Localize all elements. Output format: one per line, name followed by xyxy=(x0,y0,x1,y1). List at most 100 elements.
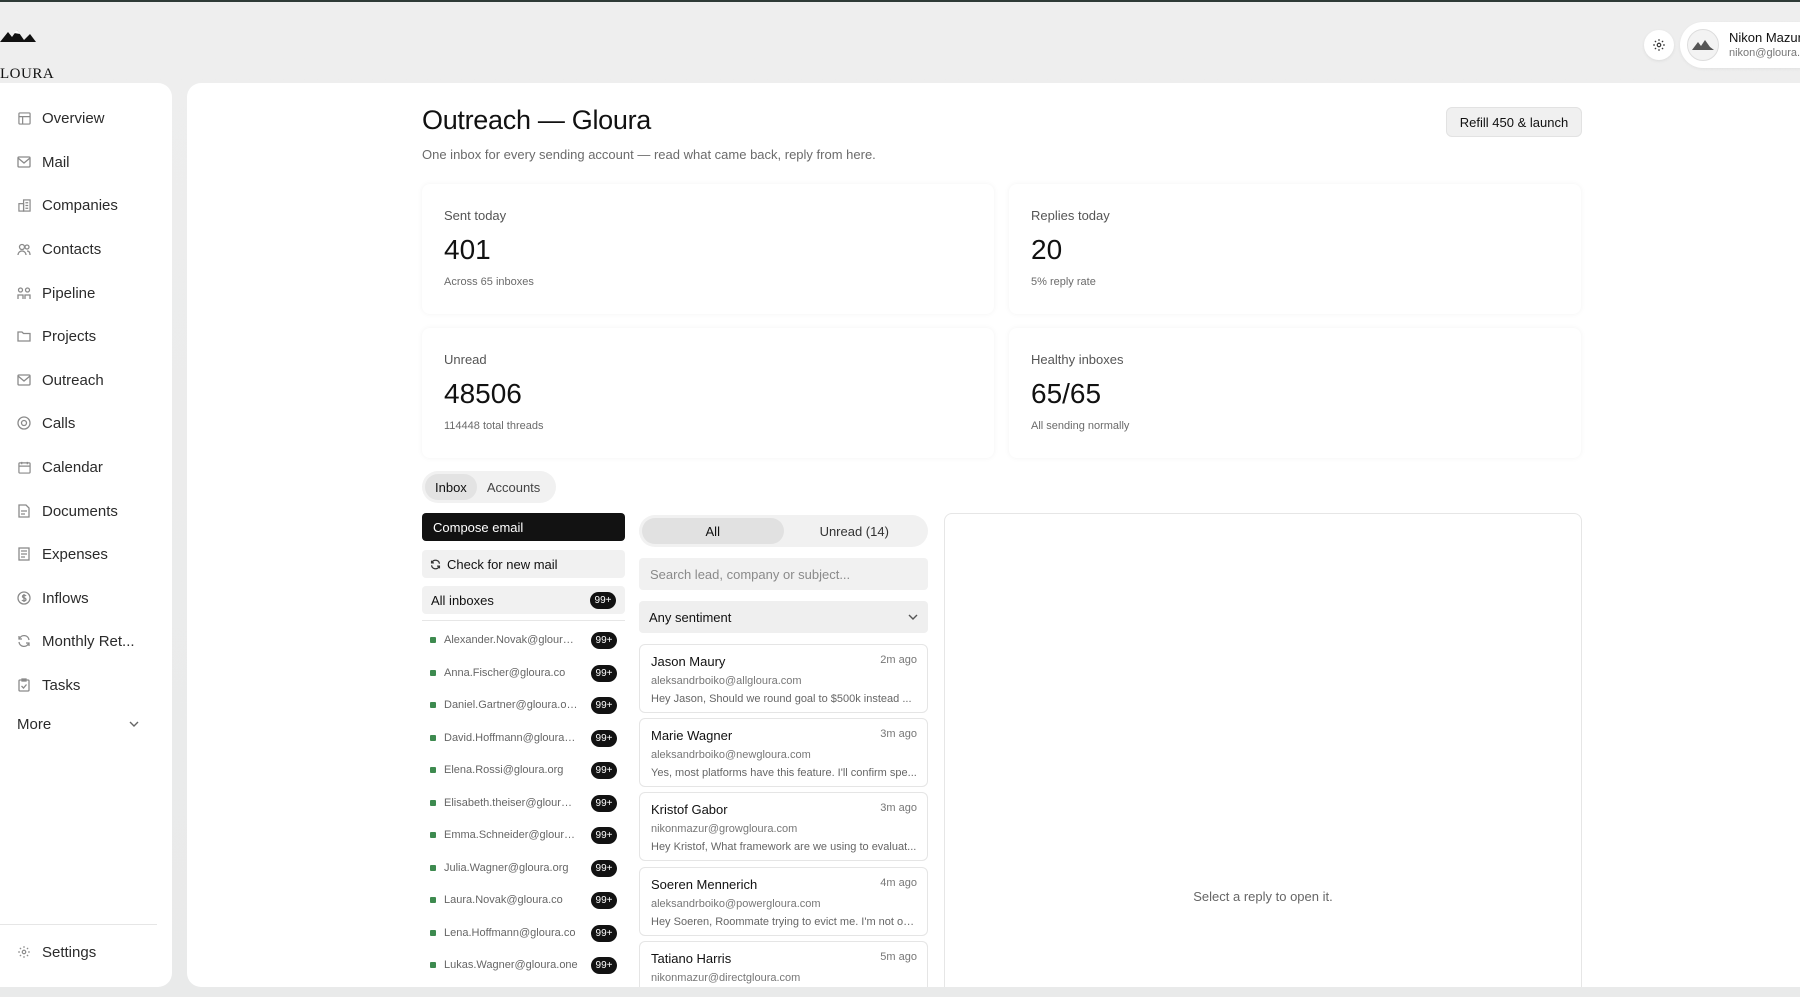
inbox-address: Julia.Wagner@gloura.org xyxy=(444,862,569,874)
inbox-account-item[interactable]: Lukas.Wagner@gloura.one 99+ xyxy=(422,952,625,978)
sidebar-item-overview[interactable]: Overview xyxy=(0,100,172,136)
thread-item[interactable]: Tatiano Harris 5m ago nikonmazur@directg… xyxy=(639,941,928,987)
search-input[interactable] xyxy=(639,558,928,590)
refill-launch-button[interactable]: Refill 450 & launch xyxy=(1446,107,1582,137)
thread-email: nikonmazur@growgloura.com xyxy=(651,823,798,835)
thread-preview: Hey Soeren, Roommate trying to evict me.… xyxy=(651,916,917,928)
stat-subtext: 5% reply rate xyxy=(1031,276,1096,288)
status-dot xyxy=(430,637,436,643)
inbox-account-item[interactable]: Lena.Hoffmann@gloura.co 99+ xyxy=(422,920,625,946)
thread-email: aleksandrboiko@newgloura.com xyxy=(651,749,811,761)
inbox-account-item[interactable]: Daniel.Gartner@gloura.one 99+ xyxy=(422,692,625,718)
inbox-account-item[interactable]: Anna.Fischer@gloura.co 99+ xyxy=(422,660,625,686)
inbox-address: Elena.Rossi@gloura.org xyxy=(444,764,564,776)
inbox-account-item[interactable]: Elisabeth.theiser@gloura.... 99+ xyxy=(422,790,625,816)
sidebar-item-calls[interactable]: Calls xyxy=(0,405,172,441)
avatar-mountain-icon xyxy=(1692,40,1714,50)
user-email: nikon@gloura.io xyxy=(1729,47,1800,59)
dashboard-icon xyxy=(17,111,31,125)
sidebar-item-label: Overview xyxy=(42,109,105,127)
thread-sender: Soeren Mennerich xyxy=(651,877,758,892)
sidebar-item-label: Tasks xyxy=(42,676,81,694)
thread-item[interactable]: Soeren Mennerich 4m ago aleksandrboiko@p… xyxy=(639,867,928,936)
check-new-mail-button[interactable]: Check for new mail xyxy=(422,550,625,578)
avatar xyxy=(1687,29,1719,61)
stat-card-replies-today: Replies today 20 5% reply rate xyxy=(1009,184,1581,314)
inbox-address: David.Hoffmann@gloura.o... xyxy=(444,732,578,744)
sidebar-item-monthly-returns[interactable]: Monthly Ret... xyxy=(0,623,172,659)
filter-unread[interactable]: Unread (14) xyxy=(784,518,926,544)
user-menu[interactable]: Nikon Mazur nikon@gloura.io xyxy=(1680,22,1800,68)
sidebar-item-settings[interactable]: Settings xyxy=(0,934,172,970)
unread-count-badge: 99+ xyxy=(591,891,617,909)
sidebar-item-label: Calendar xyxy=(42,458,103,476)
stat-label: Sent today xyxy=(444,208,507,223)
brand-logo[interactable]: LOURA xyxy=(0,28,54,82)
inbox-address: Laura.Novak@gloura.co xyxy=(444,894,563,906)
reading-pane: Select a reply to open it. xyxy=(944,513,1582,987)
unread-count-badge: 99+ xyxy=(591,696,617,714)
stat-subtext: All sending normally xyxy=(1031,420,1130,432)
filter-all[interactable]: All xyxy=(642,518,784,544)
status-dot xyxy=(430,865,436,871)
sidebar-item-inflows[interactable]: Inflows xyxy=(0,580,172,616)
status-dot xyxy=(430,735,436,741)
compose-email-button[interactable]: Compose email xyxy=(422,513,625,541)
sidebar-item-label: Pipeline xyxy=(42,284,96,302)
inbox-account-item[interactable]: Alexander.Novak@gloura.... 99+ xyxy=(422,627,625,653)
dollar-circle-icon xyxy=(17,591,31,605)
sidebar-item-contacts[interactable]: Contacts xyxy=(0,231,172,267)
sidebar-item-documents[interactable]: Documents xyxy=(0,493,172,529)
thread-sender: Marie Wagner xyxy=(651,728,733,743)
settings-gear-button[interactable] xyxy=(1644,30,1674,60)
thread-sender: Tatiano Harris xyxy=(651,951,732,966)
sidebar-item-projects[interactable]: Projects xyxy=(0,318,172,354)
status-dot xyxy=(430,897,436,903)
stat-subtext: Across 65 inboxes xyxy=(444,276,534,288)
thread-email: nikonmazur@directgloura.com xyxy=(651,972,801,984)
inbox-account-item[interactable]: Emma.Schneider@gloura.... 99+ xyxy=(422,822,625,848)
inbox-account-item[interactable]: David.Hoffmann@gloura.o... 99+ xyxy=(422,725,625,751)
building-icon xyxy=(17,198,31,212)
chevron-down-icon xyxy=(908,614,918,620)
sidebar-item-companies[interactable]: Companies xyxy=(0,187,172,223)
pipeline-icon xyxy=(17,286,31,300)
inbox-account-item[interactable]: Laura.Novak@gloura.co 99+ xyxy=(422,887,625,913)
inbox-address: Emma.Schneider@gloura.... xyxy=(444,829,578,841)
calls-icon xyxy=(17,416,31,430)
inbox-account-item[interactable]: Elena.Rossi@gloura.org 99+ xyxy=(422,757,625,783)
sidebar-item-expenses[interactable]: Expenses xyxy=(0,536,172,572)
thread-time: 4m ago xyxy=(880,877,917,889)
status-dot xyxy=(430,800,436,806)
sidebar-more-toggle[interactable]: More xyxy=(17,709,139,739)
all-inboxes-item[interactable]: All inboxes 99+ xyxy=(422,586,625,614)
status-dot xyxy=(430,962,436,968)
inbox-address: Anna.Fischer@gloura.co xyxy=(444,667,566,679)
user-name: Nikon Mazur xyxy=(1729,30,1800,45)
gear-icon xyxy=(1653,39,1665,51)
receipt-icon xyxy=(17,547,31,561)
thread-item[interactable]: Kristof Gabor 3m ago nikonmazur@growglou… xyxy=(639,792,928,861)
sidebar-item-mail[interactable]: Mail xyxy=(0,144,172,180)
thread-item[interactable]: Marie Wagner 3m ago aleksandrboiko@newgl… xyxy=(639,718,928,787)
sidebar-item-calendar[interactable]: Calendar xyxy=(0,449,172,485)
thread-preview: Hey Kristof, What framework are we using… xyxy=(651,841,917,853)
thread-preview: Hey Jason, Should we round goal to $500k… xyxy=(651,693,912,705)
tab-accounts[interactable]: Accounts xyxy=(477,474,550,500)
sidebar: Overview Mail Companies Contacts Pipelin… xyxy=(0,83,172,987)
sentiment-select[interactable]: Any sentiment xyxy=(639,601,928,633)
mountain-logo-icon xyxy=(0,30,36,42)
thread-time: 5m ago xyxy=(880,951,917,963)
sidebar-item-label: Expenses xyxy=(42,545,108,563)
sidebar-item-outreach[interactable]: Outreach xyxy=(0,362,172,398)
stat-card-sent-today: Sent today 401 Across 65 inboxes xyxy=(422,184,994,314)
sidebar-item-label: Inflows xyxy=(42,589,89,607)
sidebar-item-pipeline[interactable]: Pipeline xyxy=(0,275,172,311)
unread-count-badge: 99+ xyxy=(591,794,617,812)
thread-item[interactable]: Jason Maury 2m ago aleksandrboiko@allglo… xyxy=(639,644,928,713)
unread-count-badge: 99+ xyxy=(591,631,617,649)
inbox-account-item[interactable]: Julia.Wagner@gloura.org 99+ xyxy=(422,855,625,881)
sidebar-item-tasks[interactable]: Tasks xyxy=(0,667,172,703)
sidebar-item-label: Companies xyxy=(42,196,118,214)
tab-inbox[interactable]: Inbox xyxy=(425,474,477,500)
